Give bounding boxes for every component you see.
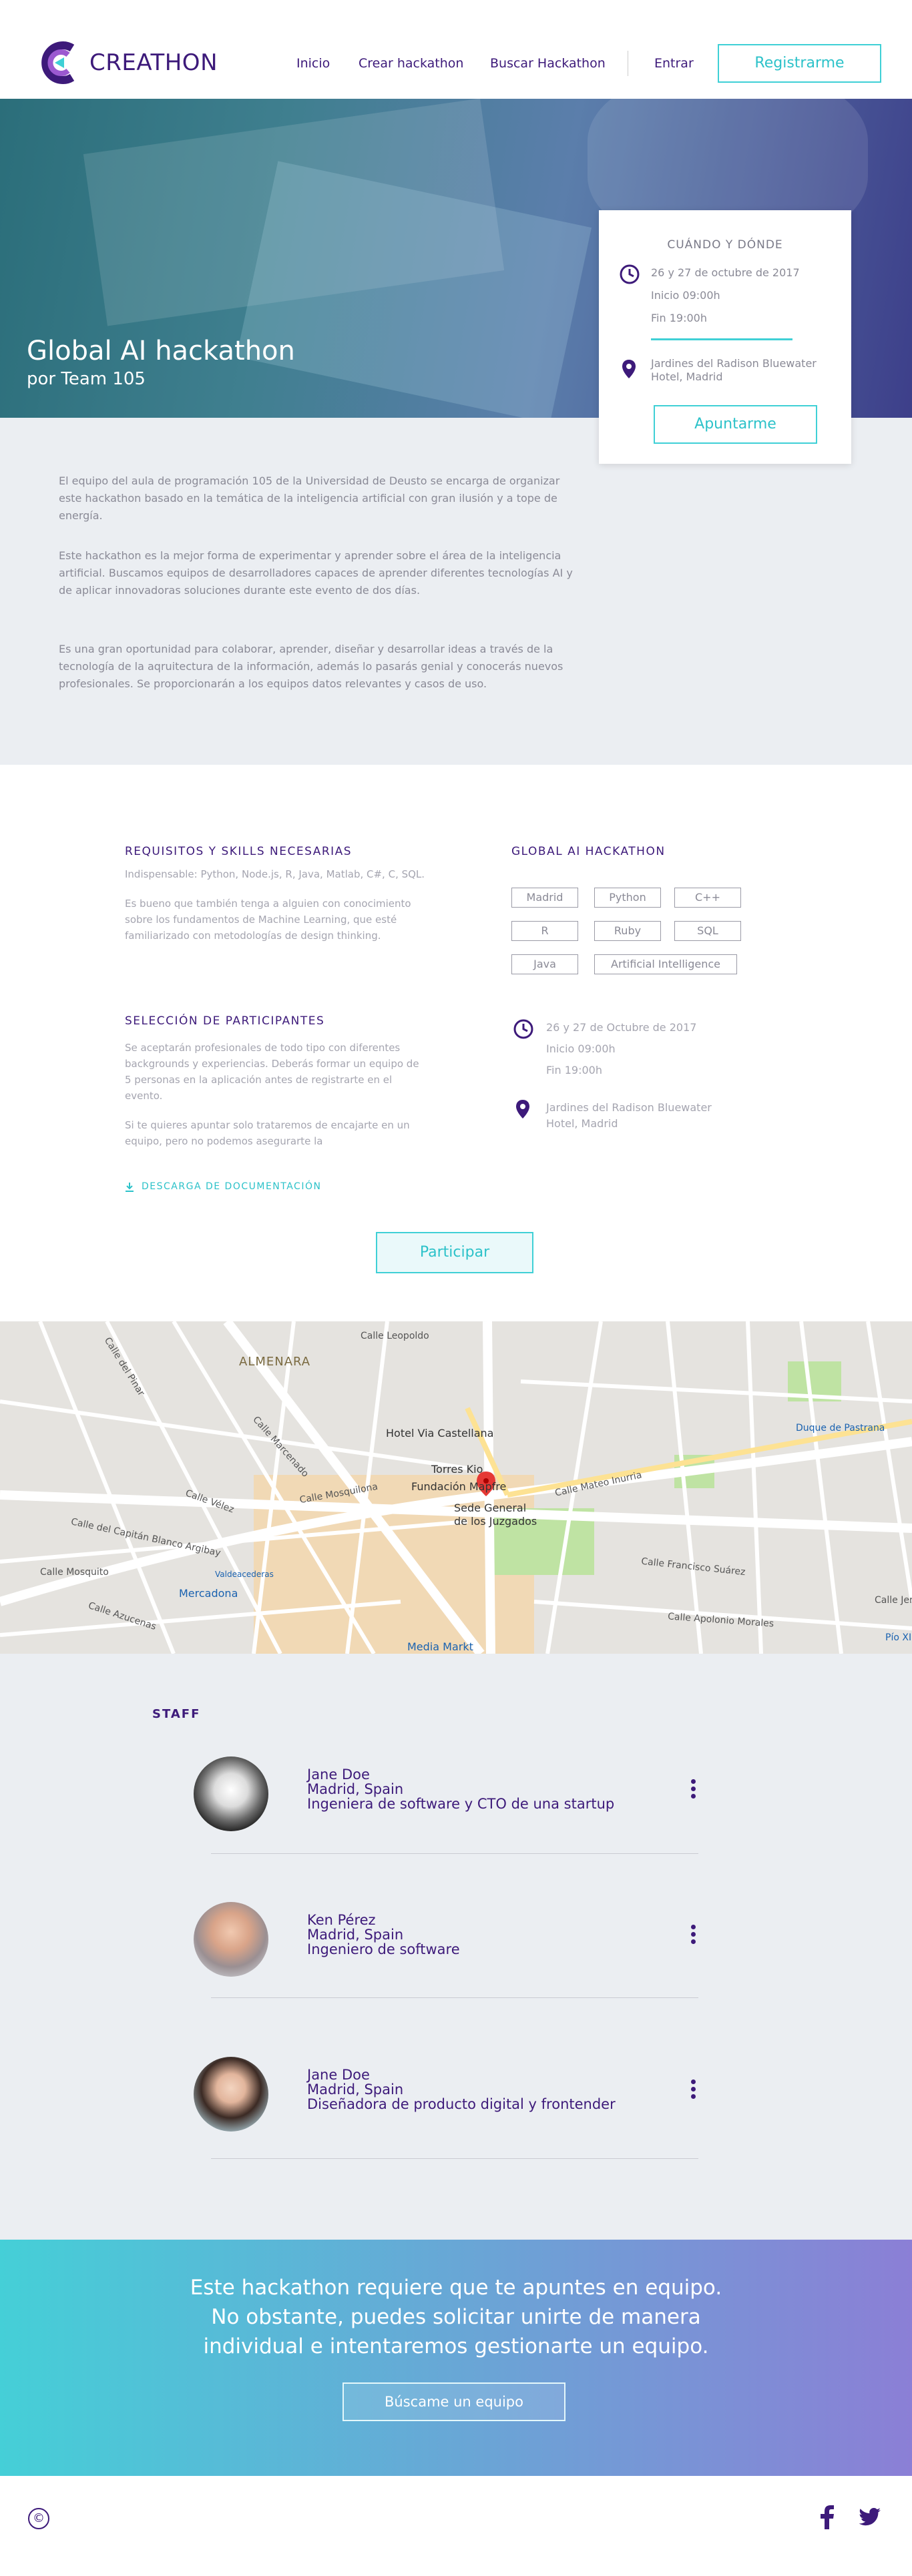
staff-role: Ingeniero de software [307,1941,460,1957]
map-poi: Media Markt [407,1640,473,1653]
staff-member[interactable]: Ken Pérez Madrid, Spain Ingeniero de sof… [194,1902,698,2035]
tag: C++ [674,888,741,908]
location-pin-icon [622,360,636,378]
map-poi: Mercadona [179,1587,238,1600]
tag: Java [511,954,578,974]
find-team-button[interactable]: Búscame un equipo [343,2382,565,2421]
tag: R [511,921,578,941]
event-start: Inicio 09:00h [651,289,720,302]
copyright-icon: © [28,2508,49,2529]
staff-member[interactable]: Jane Doe Madrid, Spain Diseñadora de pro… [194,2057,698,2190]
staff-role: Diseñadora de producto digital y fronten… [307,2096,616,2112]
map-poi: de los Juzgados [454,1515,537,1528]
event-organizer: por Team 105 [27,369,146,389]
side-title: GLOBAL AI HACKATHON [511,845,666,858]
map-poi: Pío XII [885,1632,912,1643]
staff-location: Madrid, Spain [307,1781,404,1797]
site-footer: © [0,2476,912,2576]
map-street: Calle Leopoldo [361,1331,429,1341]
map-poi: Torres Kio [431,1463,483,1476]
event-date: 26 y 27 de octubre de 2017 [651,266,800,279]
staff-name: Jane Doe [307,2067,370,2083]
nav-crear-hackathon[interactable]: Crear hackathon [359,56,463,71]
participate-button[interactable]: Participar [376,1232,533,1273]
clock-icon [513,1019,533,1039]
brand-name[interactable]: CREATHON [89,49,218,76]
selection-text: Se aceptarán profesionales de todo tipo … [125,1042,419,1102]
divider [211,1997,698,1998]
map-street: Calle Mosquito [40,1567,109,1578]
event-description: El equipo del aula de programación 105 d… [0,418,912,765]
cta-line: Este hackathon requiere que te apuntes e… [190,2276,722,2300]
staff-location: Madrid, Spain [307,1927,404,1943]
selection-title: SELECCIÓN DE PARTICIPANTES [125,1014,325,1028]
map-poi: Sede General [454,1502,527,1514]
selection-text: Si te quieres apuntar solo trataremos de… [125,1119,410,1147]
event-title: Global AI hackathon [27,336,295,366]
divider [211,2158,698,2159]
cta-line: No obstante, puedes solicitar unirte de … [211,2305,701,2329]
event-address: Jardines del Radison Bluewater Hotel, Ma… [651,357,817,383]
card-divider [651,338,792,340]
requirements-text: Indispensable: Python, Node.js, R, Java,… [125,868,425,880]
clock-icon [620,264,640,284]
event-details: REQUISITOS Y SKILLS NECESARIAS Indispens… [0,765,912,1321]
staff-location: Madrid, Spain [307,2081,404,2098]
staff-name: Ken Pérez [307,1912,376,1928]
event-end: Fin 19:00h [651,312,707,324]
details-end: Fin 19:00h [546,1064,602,1076]
download-icon[interactable] [125,1182,134,1193]
cta-text: Este hackathon requiere que te apuntes e… [156,2273,756,2361]
map-poi: Fundación Mapfre [411,1480,507,1493]
nav-buscar-hackathon[interactable]: Buscar Hackathon [490,56,606,71]
map-poi: Duque de Pastrana [796,1423,885,1433]
apuntarme-button[interactable]: Apuntarme [654,405,817,444]
avatar [194,2057,268,2132]
tag: Python [594,888,661,908]
staff-role: Ingeniera de software y CTO de una start… [307,1796,615,1812]
staff-section: STAFF Jane Doe Madrid, Spain Ingeniera d… [0,1654,912,2240]
tag: Madrid [511,888,578,908]
location-pin-icon [516,1100,529,1118]
details-date: 26 y 27 de Octubre de 2017 [546,1021,697,1034]
tag: Artificial Intelligence [594,954,737,974]
requirements-title: REQUISITOS Y SKILLS NECESARIAS [125,845,353,858]
description-paragraph: Es una gran oportunidad para colaborar, … [59,643,563,690]
description-paragraph: El equipo del aula de programación 105 d… [59,474,560,522]
when-where-card: CUÁNDO Y DÓNDE 26 y 27 de octubre de 201… [599,210,851,464]
register-button[interactable]: Registrarme [718,44,881,83]
description-paragraph: Este hackathon es la mejor forma de expe… [59,549,573,597]
map-street: Calle Jerez [875,1595,912,1606]
details-address: Jardines del Radison Bluewater Hotel, Ma… [546,1101,712,1130]
site-header: CREATHON Inicio Crear hackathon Buscar H… [0,0,912,99]
more-options-icon[interactable] [691,2079,696,2102]
tag: Ruby [594,921,661,941]
cta-line: individual e intentaremos gestionarte un… [203,2334,709,2358]
location-map[interactable]: ALMENARA Hotel Via Castellana Torres Kio… [0,1321,912,1654]
download-documentation-link[interactable]: DESCARGA DE DOCUMENTACIÓN [142,1181,321,1192]
facebook-icon[interactable] [820,2505,835,2529]
nav-entrar[interactable]: Entrar [654,56,694,71]
details-start: Inicio 09:00h [546,1042,616,1055]
card-title: CUÁNDO Y DÓNDE [667,238,783,252]
avatar [194,1902,268,1977]
map-poi: Valdeacederas [215,1570,274,1579]
divider [211,1853,698,1854]
hero-image-shape [236,161,592,418]
staff-member[interactable]: Jane Doe Madrid, Spain Ingeniera de soft… [194,1756,698,1890]
team-cta-banner: Este hackathon requiere que te apuntes e… [0,2240,912,2476]
twitter-icon[interactable] [859,2508,881,2527]
creathon-logo-icon[interactable] [41,39,77,87]
avatar [194,1756,268,1831]
requirements-text: Es bueno que también tenga a alguien con… [125,898,411,942]
staff-title: STAFF [152,1707,201,1721]
more-options-icon[interactable] [691,1925,696,1947]
tag: SQL [674,921,741,941]
map-poi: Hotel Via Castellana [386,1427,494,1439]
staff-name: Jane Doe [307,1766,370,1783]
more-options-icon[interactable] [691,1779,696,1801]
nav-inicio[interactable]: Inicio [296,56,330,71]
map-area-label: ALMENARA [239,1355,311,1369]
